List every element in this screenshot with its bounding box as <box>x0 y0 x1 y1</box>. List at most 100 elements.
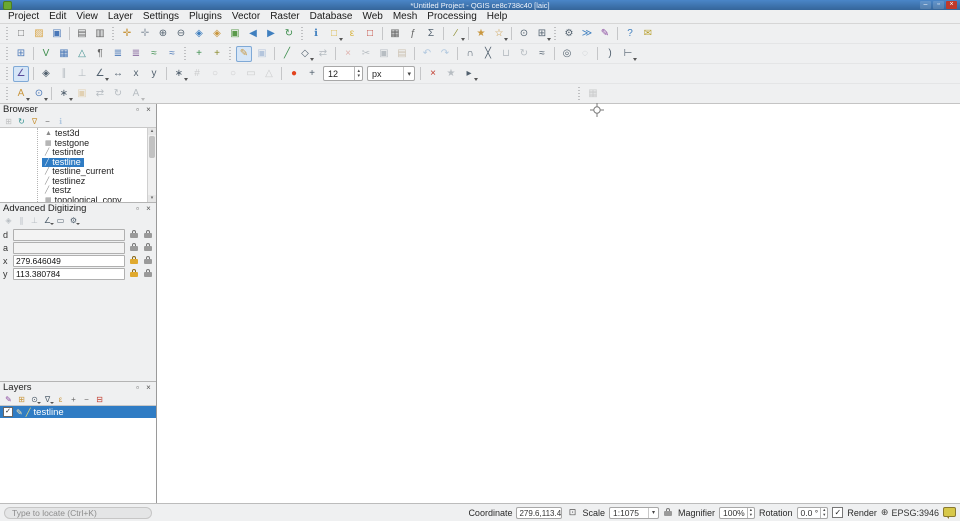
cad-d-repeat-lock-button[interactable] <box>142 229 153 240</box>
paste-features-icon[interactable]: ▤ <box>394 46 410 62</box>
move-feature-icon[interactable]: ⇄ <box>315 46 331 62</box>
toolbar-handle[interactable] <box>5 67 10 81</box>
save-layer-edits-icon[interactable]: ▣ <box>254 46 270 62</box>
new-project-icon[interactable]: □ <box>13 26 29 42</box>
save-project-icon[interactable]: ▣ <box>49 26 65 42</box>
split-features-icon[interactable]: ╳ <box>480 46 496 62</box>
menu-help[interactable]: Help <box>482 10 513 23</box>
menu-raster[interactable]: Raster <box>265 10 304 23</box>
measure-line-icon[interactable]: ∕ <box>448 26 464 42</box>
browser-item-testlinez[interactable]: ╱testlinez <box>0 176 147 186</box>
zoom-full-icon[interactable]: ◈ <box>191 26 207 42</box>
browser-scrollbar[interactable]: ▴ ▾ <box>147 128 156 202</box>
add-line-feature-icon[interactable]: ╱ <box>279 46 295 62</box>
scrollbar-thumb[interactable] <box>149 136 155 158</box>
menu-project[interactable]: Project <box>3 10 44 23</box>
digitize-options-icon[interactable]: ▸ <box>461 66 477 82</box>
cad-perpendicular-icon[interactable]: ⊥ <box>29 215 40 226</box>
snap-highlight-icon[interactable]: ★ <box>443 66 459 82</box>
toolbar-handle[interactable] <box>5 47 10 61</box>
deselect-all-icon[interactable]: □ <box>362 26 378 42</box>
python-console-icon[interactable]: ≫ <box>579 26 595 42</box>
magnifier-spinbox[interactable]: 100% ▴▾ <box>719 507 755 519</box>
menu-web[interactable]: Web <box>357 10 387 23</box>
trim-extend-icon[interactable]: ⊢ <box>620 46 636 62</box>
open-data-source-manager-icon[interactable]: ⊞ <box>13 46 29 62</box>
x-constraint-icon[interactable]: x <box>128 66 144 82</box>
layer-visibility-checkbox[interactable]: ✓ <box>3 407 13 417</box>
float-panel-icon[interactable]: ▫ <box>133 204 142 213</box>
refresh-map-icon[interactable]: ↻ <box>281 26 297 42</box>
menu-processing[interactable]: Processing <box>422 10 481 23</box>
cad-a-lock-button[interactable] <box>128 242 139 253</box>
properties-widget-icon[interactable]: ℹ <box>55 116 66 127</box>
zoom-out-icon[interactable]: ⊖ <box>173 26 189 42</box>
close-panel-icon[interactable]: × <box>144 383 153 392</box>
filter-browser-icon[interactable]: ∇ <box>29 116 40 127</box>
menu-settings[interactable]: Settings <box>138 10 184 23</box>
zoom-in-icon[interactable]: ⊕ <box>155 26 171 42</box>
rectangle-from-extent-icon[interactable]: ▭ <box>243 66 259 82</box>
menu-plugins[interactable]: Plugins <box>184 10 227 23</box>
processing-toolbox-icon[interactable]: ⚙ <box>561 26 577 42</box>
browser-item-test3d[interactable]: ▲test3d <box>0 128 147 138</box>
mesh-digitizing-icon[interactable]: ▦ <box>585 86 601 102</box>
angle-constraint-icon[interactable]: ∠ <box>92 66 108 82</box>
open-attribute-table-icon[interactable]: ▦ <box>387 26 403 42</box>
toolbar-handle[interactable] <box>183 47 188 61</box>
locate-search-input[interactable]: Type to locate (Ctrl+K) <box>4 507 152 519</box>
parallel-constraint-icon[interactable]: ∥ <box>56 66 72 82</box>
offset-curve-icon[interactable]: ) <box>602 46 618 62</box>
add-selected-layers-icon[interactable]: ⊞ <box>3 116 14 127</box>
menu-database[interactable]: Database <box>305 10 358 23</box>
rotate-label-icon[interactable]: ↻ <box>110 86 126 102</box>
new-bookmark-icon[interactable]: ★ <box>473 26 489 42</box>
browser-item-testline_current[interactable]: ╱testline_current <box>0 166 147 176</box>
reshape-features-icon[interactable]: ∩ <box>462 46 478 62</box>
zoom-next-icon[interactable]: ▶ <box>263 26 279 42</box>
help-contents-icon[interactable]: ? <box>622 26 638 42</box>
close-panel-icon[interactable]: × <box>144 105 153 114</box>
scale-lock-button[interactable] <box>663 507 674 518</box>
layer-diagram-options-icon[interactable]: ⊙ <box>31 86 47 102</box>
new-map-view-icon[interactable]: ⊞ <box>534 26 550 42</box>
menu-edit[interactable]: Edit <box>44 10 71 23</box>
stroke-width-spinbox[interactable]: 12▴▾ <box>323 66 363 81</box>
vertex-tool-icon[interactable]: ◇ <box>297 46 313 62</box>
browser-item-testz[interactable]: ╱testz <box>0 185 147 195</box>
add-delimited-text-layer-icon[interactable]: ¶ <box>92 46 108 62</box>
temporal-controller-icon[interactable]: ⊙ <box>516 26 532 42</box>
stroke-unit-combo[interactable]: px▾ <box>367 66 415 81</box>
field-calculator-icon[interactable]: ƒ <box>405 26 421 42</box>
open-project-icon[interactable]: ▨ <box>31 26 47 42</box>
add-raster-layer-icon[interactable]: ▦ <box>56 46 72 62</box>
browser-item-testinter[interactable]: ╱testinter <box>0 147 147 157</box>
y-constraint-icon[interactable]: y <box>146 66 162 82</box>
log-messages-icon[interactable]: ✉ <box>640 26 656 42</box>
circle-from-2-points-icon[interactable]: ○ <box>207 66 223 82</box>
add-part-icon[interactable]: ◌ <box>577 46 593 62</box>
delete-selected-icon[interactable]: × <box>340 46 356 62</box>
spin-down-icon[interactable]: ▾ <box>821 513 827 518</box>
cad-floater-icon[interactable]: ▭ <box>55 215 66 226</box>
clear-construction-icon[interactable]: × <box>425 66 441 82</box>
scroll-down-icon[interactable]: ▾ <box>148 195 156 202</box>
statistical-summary-icon[interactable]: Σ <box>423 26 439 42</box>
new-print-layout-icon[interactable]: ▤ <box>74 26 90 42</box>
collapse-all-icon[interactable]: − <box>42 116 53 127</box>
stroke-color-icon[interactable]: ● <box>286 66 302 82</box>
toolbar-handle[interactable] <box>577 87 582 101</box>
toolbar-handle[interactable] <box>5 87 10 101</box>
distance-constraint-icon[interactable]: ↔ <box>110 66 126 82</box>
rotate-feature-icon[interactable]: ↻ <box>516 46 532 62</box>
construction-guides-icon[interactable]: # <box>189 66 205 82</box>
cad-y-lock-button[interactable] <box>128 268 139 279</box>
cad-settings-icon[interactable]: ⚙ <box>68 215 79 226</box>
extents-icon[interactable]: ⊡ <box>566 507 578 519</box>
toolbar-handle[interactable] <box>228 47 233 61</box>
cad-d-lock-button[interactable] <box>128 229 139 240</box>
cad-angle-snap-icon[interactable]: ∠ <box>42 215 53 226</box>
cad-parallel-icon[interactable]: ∥ <box>16 215 27 226</box>
browser-item-testline[interactable]: ╱testline <box>0 157 147 167</box>
title-bar[interactable]: *Untitled Project - QGIS ce8c738c40 [lai… <box>0 0 960 10</box>
